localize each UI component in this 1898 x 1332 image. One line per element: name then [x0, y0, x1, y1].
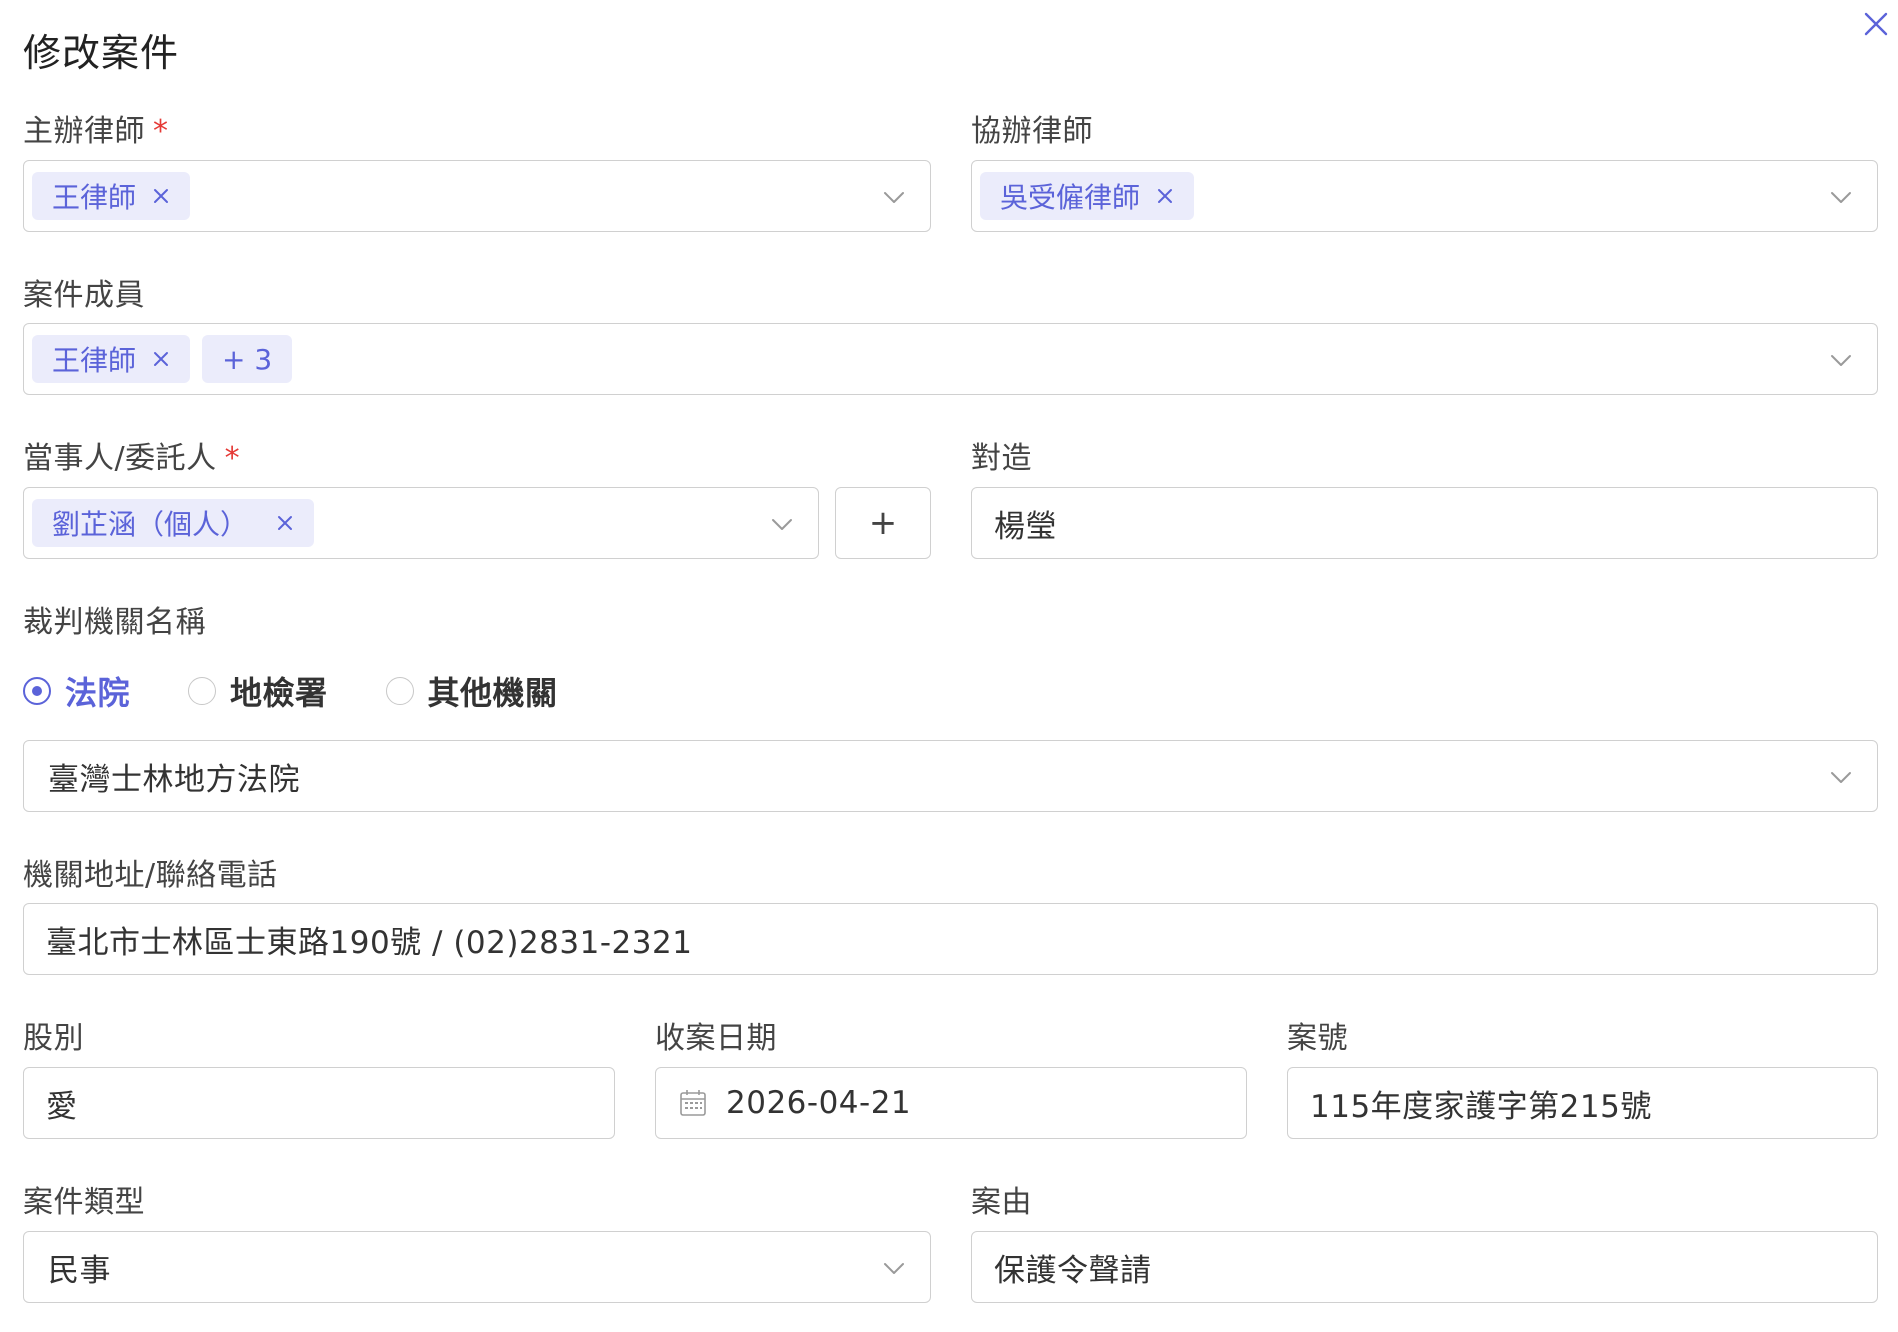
radio-unselected-icon	[385, 677, 414, 705]
plus-icon: +	[868, 503, 898, 543]
radio-court[interactable]: 法院	[23, 668, 130, 714]
lead-lawyer-tag: 王律師	[32, 172, 191, 220]
remove-tag-icon[interactable]	[152, 187, 170, 205]
client-select[interactable]: 劉芷涵（個人）	[23, 487, 819, 559]
radio-prosecutor-office[interactable]: 地檢署	[188, 668, 328, 714]
chevron-down-icon	[772, 519, 792, 530]
close-icon	[1864, 12, 1888, 36]
chevron-down-icon	[1831, 772, 1851, 783]
remove-tag-icon[interactable]	[1156, 187, 1174, 205]
case-type-select[interactable]: 民事	[23, 1231, 931, 1303]
opposing-party-value: 楊瑩	[994, 508, 1057, 545]
filing-date-picker[interactable]: 2026-04-21	[655, 1067, 1247, 1139]
chevron-down-icon	[884, 192, 904, 203]
division-value: 愛	[46, 1088, 78, 1125]
division-label: 股別	[23, 1021, 84, 1056]
court-address-input[interactable]: 臺北市士林區士東路190號 / (02)2831-2321	[23, 903, 1878, 975]
cause-input[interactable]: 保護令聲請	[971, 1231, 1878, 1303]
court-address-label: 機關地址/聯絡電話	[23, 858, 278, 893]
assisting-lawyer-tag: 吳受僱律師	[980, 172, 1195, 220]
lead-lawyer-label: 主辦律師 *	[23, 114, 169, 149]
case-members-select[interactable]: 王律師 + 3	[23, 323, 1878, 395]
remove-tag-icon[interactable]	[276, 514, 294, 532]
case-number-label: 案號	[1287, 1021, 1348, 1056]
case-number-input[interactable]: 115年度家護字第215號	[1287, 1067, 1878, 1139]
radio-unselected-icon	[188, 677, 217, 705]
chevron-down-icon	[1831, 355, 1851, 366]
required-mark: *	[153, 114, 169, 149]
lead-lawyer-select[interactable]: 王律師	[23, 160, 931, 232]
case-number-value: 115年度家護字第215號	[1310, 1088, 1652, 1125]
court-type-radio-group: 法院 地檢署 其他機關	[23, 668, 616, 714]
cause-label: 案由	[971, 1185, 1032, 1220]
client-tag: 劉芷涵（個人）	[32, 499, 315, 547]
opposing-party-label: 對造	[971, 441, 1032, 476]
case-members-label: 案件成員	[23, 278, 145, 313]
radio-selected-icon	[23, 677, 51, 705]
case-type-value: 民事	[48, 1252, 111, 1289]
filing-date-label: 收案日期	[655, 1021, 777, 1056]
assisting-lawyer-select[interactable]: 吳受僱律師	[971, 160, 1878, 232]
calendar-icon	[680, 1090, 706, 1116]
court-label: 裁判機關名稱	[23, 605, 206, 640]
add-client-button[interactable]: +	[835, 487, 931, 559]
client-label: 當事人/委託人 *	[23, 441, 241, 476]
required-mark: *	[224, 441, 241, 476]
court-name-select[interactable]: 臺灣士林地方法院	[23, 740, 1878, 812]
radio-other-agency[interactable]: 其他機關	[385, 668, 558, 714]
assisting-lawyer-label: 協辦律師	[971, 114, 1093, 149]
close-button[interactable]	[1858, 6, 1894, 42]
chevron-down-icon	[884, 1263, 904, 1274]
cause-value: 保護令聲請	[994, 1252, 1152, 1289]
division-input[interactable]: 愛	[23, 1067, 615, 1139]
opposing-party-input[interactable]: 楊瑩	[971, 487, 1878, 559]
court-address-value: 臺北市士林區士東路190號 / (02)2831-2321	[46, 924, 693, 961]
dialog-title: 修改案件	[23, 31, 180, 75]
case-type-label: 案件類型	[23, 1185, 145, 1220]
remove-tag-icon[interactable]	[152, 350, 170, 368]
filing-date-value: 2026-04-21	[726, 1085, 912, 1121]
more-members-tag[interactable]: + 3	[202, 335, 293, 383]
chevron-down-icon	[1831, 192, 1851, 203]
court-name-value: 臺灣士林地方法院	[48, 761, 300, 798]
case-member-tag: 王律師	[32, 335, 191, 383]
